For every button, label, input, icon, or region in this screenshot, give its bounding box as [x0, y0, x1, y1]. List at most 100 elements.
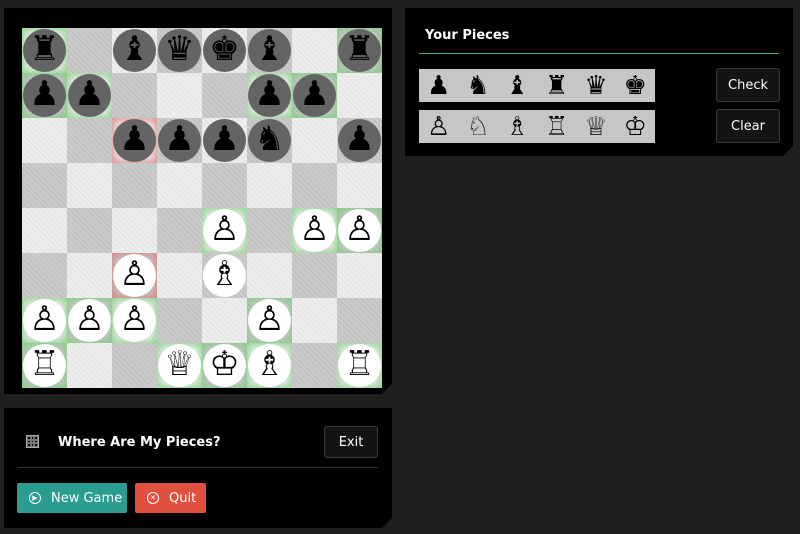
check-button[interactable]: Check — [716, 68, 780, 102]
square-e1[interactable]: ♔ — [202, 343, 247, 388]
tray-white-bishop[interactable]: ♗ — [500, 114, 534, 140]
black-piece[interactable]: ♟ — [338, 119, 381, 162]
exit-button[interactable]: Exit — [324, 426, 378, 458]
square-a6[interactable] — [22, 118, 67, 163]
square-g6[interactable] — [292, 118, 337, 163]
white-piece[interactable]: ♙ — [23, 299, 66, 342]
square-f2[interactable]: ♙ — [247, 298, 292, 343]
square-a2[interactable]: ♙ — [22, 298, 67, 343]
new-game-button[interactable]: ▶ New Game — [17, 483, 127, 513]
square-d2[interactable] — [157, 298, 202, 343]
square-g8[interactable] — [292, 28, 337, 73]
tray-white-knight[interactable]: ♘ — [461, 114, 495, 140]
square-f8[interactable]: ♝ — [247, 28, 292, 73]
square-h2[interactable] — [337, 298, 382, 343]
square-c6[interactable]: ♟ — [112, 118, 157, 163]
black-piece[interactable]: ♟ — [68, 74, 111, 117]
square-c1[interactable] — [112, 343, 157, 388]
white-piece[interactable]: ♗ — [248, 344, 291, 387]
square-c5[interactable] — [112, 163, 157, 208]
tray-white-queen[interactable]: ♕ — [579, 114, 613, 140]
tray-black-bishop[interactable]: ♝ — [500, 73, 534, 99]
square-g4[interactable]: ♙ — [292, 208, 337, 253]
square-b1[interactable] — [67, 343, 112, 388]
square-g2[interactable] — [292, 298, 337, 343]
white-piece[interactable]: ♙ — [248, 299, 291, 342]
square-g7[interactable]: ♟ — [292, 73, 337, 118]
square-d1[interactable]: ♕ — [157, 343, 202, 388]
tray-black-queen[interactable]: ♛ — [579, 73, 613, 99]
white-piece[interactable]: ♙ — [113, 254, 156, 297]
tray-black-knight[interactable]: ♞ — [461, 73, 495, 99]
square-d6[interactable]: ♟ — [157, 118, 202, 163]
square-h3[interactable] — [337, 253, 382, 298]
square-b3[interactable] — [67, 253, 112, 298]
square-h6[interactable]: ♟ — [337, 118, 382, 163]
black-piece[interactable]: ♟ — [113, 119, 156, 162]
square-e6[interactable]: ♟ — [202, 118, 247, 163]
square-e2[interactable] — [202, 298, 247, 343]
square-e8[interactable]: ♚ — [202, 28, 247, 73]
black-piece[interactable]: ♟ — [158, 119, 201, 162]
square-b6[interactable] — [67, 118, 112, 163]
black-piece[interactable]: ♜ — [338, 29, 381, 72]
square-d3[interactable] — [157, 253, 202, 298]
square-b8[interactable] — [67, 28, 112, 73]
square-b2[interactable]: ♙ — [67, 298, 112, 343]
square-a7[interactable]: ♟ — [22, 73, 67, 118]
tray-black-pawn[interactable]: ♟ — [422, 73, 456, 99]
white-piece[interactable]: ♔ — [203, 344, 246, 387]
square-a3[interactable] — [22, 253, 67, 298]
quit-button[interactable]: ✕ Quit — [135, 483, 206, 513]
tray-white-pawn[interactable]: ♙ — [422, 114, 456, 140]
white-piece[interactable]: ♙ — [293, 209, 336, 252]
square-e3[interactable]: ♗ — [202, 253, 247, 298]
black-piece[interactable]: ♞ — [248, 119, 291, 162]
square-f6[interactable]: ♞ — [247, 118, 292, 163]
white-piece[interactable]: ♙ — [338, 209, 381, 252]
tray-black-king[interactable]: ♚ — [618, 73, 652, 99]
square-a5[interactable] — [22, 163, 67, 208]
square-c4[interactable] — [112, 208, 157, 253]
white-piece[interactable]: ♕ — [158, 344, 201, 387]
square-g5[interactable] — [292, 163, 337, 208]
square-d8[interactable]: ♛ — [157, 28, 202, 73]
white-piece[interactable]: ♗ — [203, 254, 246, 297]
white-piece[interactable]: ♖ — [23, 344, 66, 387]
tray-black-rook[interactable]: ♜ — [540, 73, 574, 99]
square-a4[interactable] — [22, 208, 67, 253]
black-piece[interactable]: ♛ — [158, 29, 201, 72]
square-h7[interactable] — [337, 73, 382, 118]
white-piece[interactable]: ♙ — [113, 299, 156, 342]
square-e5[interactable] — [202, 163, 247, 208]
square-f3[interactable] — [247, 253, 292, 298]
square-g3[interactable] — [292, 253, 337, 298]
black-piece[interactable]: ♟ — [293, 74, 336, 117]
clear-button[interactable]: Clear — [716, 109, 780, 143]
square-e4[interactable]: ♙ — [202, 208, 247, 253]
white-piece[interactable]: ♙ — [68, 299, 111, 342]
square-g1[interactable] — [292, 343, 337, 388]
square-a8[interactable]: ♜ — [22, 28, 67, 73]
black-piece[interactable]: ♝ — [248, 29, 291, 72]
tray-white-king[interactable]: ♔ — [618, 114, 652, 140]
square-e7[interactable] — [202, 73, 247, 118]
square-c2[interactable]: ♙ — [112, 298, 157, 343]
tray-white-rook[interactable]: ♖ — [540, 114, 574, 140]
square-c8[interactable]: ♝ — [112, 28, 157, 73]
white-piece[interactable]: ♖ — [338, 344, 381, 387]
black-piece[interactable]: ♜ — [23, 29, 66, 72]
square-a1[interactable]: ♖ — [22, 343, 67, 388]
square-c3[interactable]: ♙ — [112, 253, 157, 298]
square-h1[interactable]: ♖ — [337, 343, 382, 388]
square-h5[interactable] — [337, 163, 382, 208]
square-f1[interactable]: ♗ — [247, 343, 292, 388]
square-h4[interactable]: ♙ — [337, 208, 382, 253]
black-piece[interactable]: ♟ — [203, 119, 246, 162]
square-c7[interactable] — [112, 73, 157, 118]
square-b7[interactable]: ♟ — [67, 73, 112, 118]
square-f5[interactable] — [247, 163, 292, 208]
chess-board[interactable]: ♜ ♝ ♛ ♚ ♝ ♜ ♟ ♟ ♟ ♟ ♟ ♟ ♟ ♞ ♟ ♙ ♙ ♙ ♙ ♗ ♙ ♙ ♙ ♙ ♖ ♕ ♔ ♗ ♖ — [22, 28, 382, 388]
square-d5[interactable] — [157, 163, 202, 208]
black-piece[interactable]: ♟ — [23, 74, 66, 117]
